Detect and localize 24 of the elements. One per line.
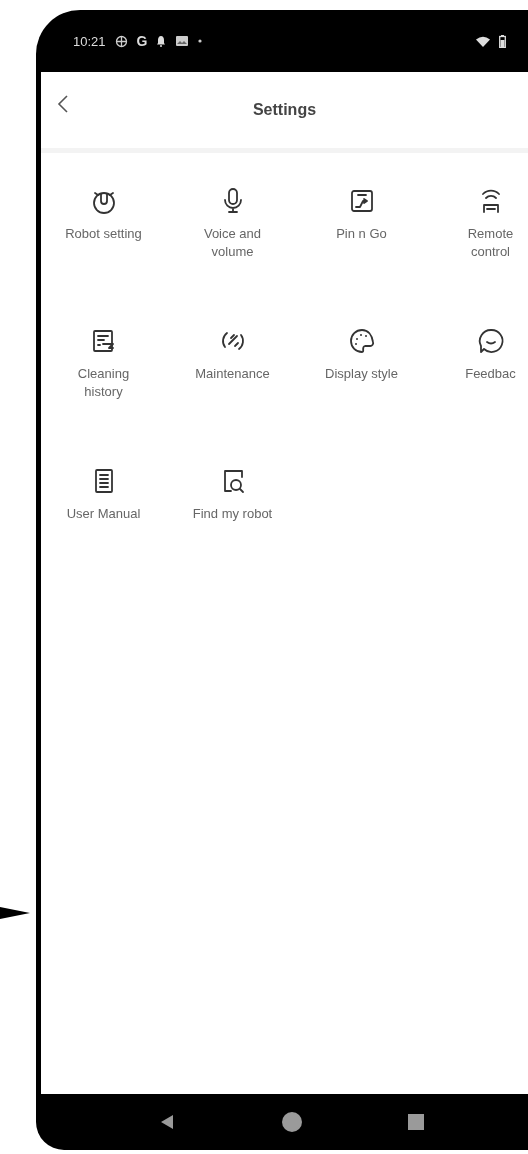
bell-icon — [156, 35, 167, 47]
home-icon[interactable] — [281, 1111, 303, 1133]
chat-bubble-icon — [476, 327, 505, 355]
status-time: 10:21 — [73, 33, 106, 49]
battery-icon — [499, 34, 506, 48]
settings-tile[interactable]: Robot setting — [39, 187, 168, 307]
settings-tile[interactable]: Pin n Go — [297, 187, 426, 307]
wifi-icon — [476, 35, 490, 47]
settings-tile[interactable]: User Manual — [39, 467, 168, 587]
image-icon — [175, 35, 190, 47]
app-letter: G — [136, 33, 148, 49]
crosshair-icon — [114, 34, 128, 48]
settings-tile[interactable]: Voice and volume — [168, 187, 297, 307]
settings-tile[interactable]: Maintenance — [168, 327, 297, 447]
back-icon[interactable] — [57, 94, 69, 114]
recents-icon[interactable] — [407, 1113, 425, 1131]
dot-icon — [198, 39, 203, 43]
settings-tile[interactable]: Remote control — [426, 187, 528, 307]
settings-tile[interactable]: Feedbac — [426, 327, 528, 447]
settings-tile[interactable]: Display style — [297, 327, 426, 447]
palette-icon — [347, 327, 376, 355]
settings-tile[interactable]: Find my robot — [168, 467, 297, 587]
settings-tile[interactable]: Cleaning history — [39, 327, 168, 447]
page-title: Settings — [252, 101, 317, 119]
